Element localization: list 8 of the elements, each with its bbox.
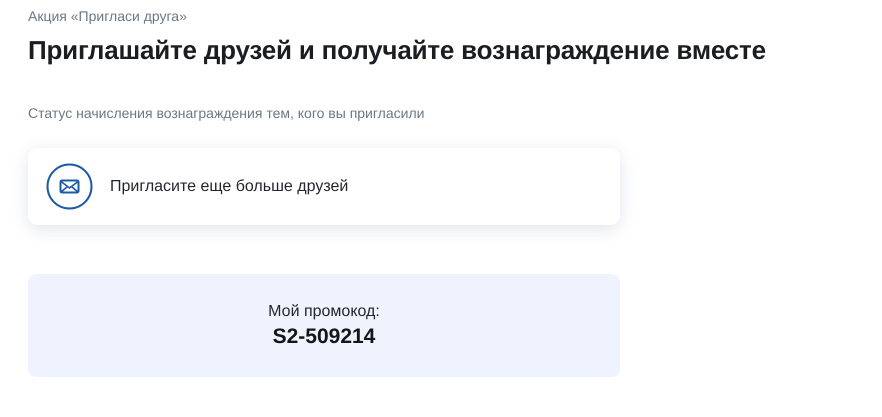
breadcrumb: Акция «Пригласи друга» bbox=[28, 7, 187, 26]
promo-label: Мой промокод: bbox=[268, 302, 380, 320]
page-title: Приглашайте друзей и получайте вознаграждение вместе bbox=[28, 34, 767, 67]
invite-card[interactable]: Пригласите еще больше друзей bbox=[28, 148, 620, 225]
subtitle: Статус начисления вознаграждения тем, кого вы пригласили bbox=[28, 104, 424, 123]
envelope-icon bbox=[46, 163, 93, 210]
invite-text: Пригласите еще больше друзей bbox=[110, 178, 348, 196]
promo-code: S2-509214 bbox=[272, 324, 376, 348]
